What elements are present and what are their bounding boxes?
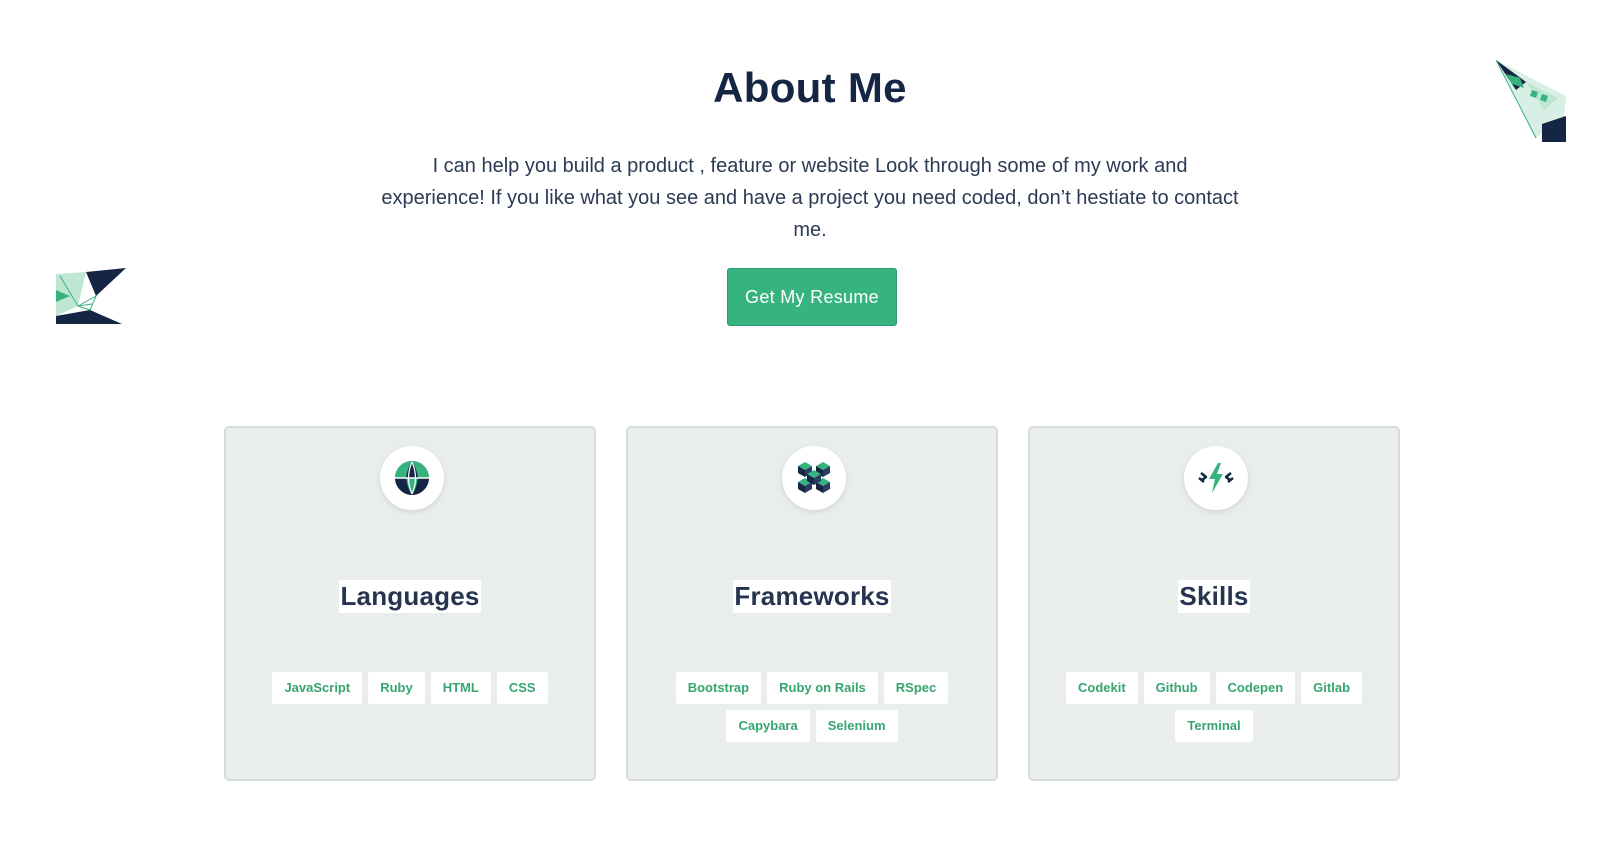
tag-html[interactable]: HTML	[430, 672, 491, 704]
lightning-icon	[1184, 446, 1248, 510]
tag-css[interactable]: CSS	[496, 672, 548, 704]
card-skills: Skills Codekit Github Codepen Gitlab Ter…	[1028, 426, 1400, 781]
origami-bird-decoration	[56, 268, 126, 324]
tag-rspec[interactable]: RSpec	[883, 672, 949, 704]
tag-github[interactable]: Github	[1143, 672, 1210, 704]
tag-codepen[interactable]: Codepen	[1215, 672, 1296, 704]
tag-terminal[interactable]: Terminal	[1175, 710, 1253, 742]
tag-list: Codekit Github Codepen Gitlab Terminal	[1050, 672, 1378, 742]
cubes-icon	[782, 446, 846, 510]
tag-codekit[interactable]: Codekit	[1065, 672, 1138, 704]
card-languages: Languages JavaScript Ruby HTML CSS	[224, 426, 596, 781]
tag-selenium[interactable]: Selenium	[815, 710, 898, 742]
card-frameworks: Frameworks Bootstrap Ruby on Rails RSpec…	[626, 426, 998, 781]
card-title: Skills	[1178, 580, 1250, 613]
origami-plane-decoration	[1496, 60, 1566, 142]
intro-line: experience! If you like what you see and…	[381, 187, 1239, 209]
intro-line: me.	[793, 219, 827, 241]
tag-list: JavaScript Ruby HTML CSS	[246, 672, 574, 704]
tag-capybara[interactable]: Capybara	[726, 710, 810, 742]
tag-ruby-on-rails[interactable]: Ruby on Rails	[767, 672, 878, 704]
card-title: Frameworks	[733, 580, 891, 613]
tag-bootstrap[interactable]: Bootstrap	[675, 672, 762, 704]
tag-list: Bootstrap Ruby on Rails RSpec Capybara S…	[648, 672, 976, 742]
tag-ruby[interactable]: Ruby	[368, 672, 425, 704]
get-resume-button[interactable]: Get My Resume	[727, 268, 897, 326]
globe-icon	[380, 446, 444, 510]
page-title: About Me	[713, 64, 907, 111]
intro-paragraph: I can help you build a product , feature…	[340, 150, 1280, 246]
card-title: Languages	[339, 580, 481, 613]
intro-line: I can help you build a product , feature…	[432, 155, 1188, 177]
tag-javascript[interactable]: JavaScript	[272, 672, 363, 704]
skills-cards: Languages JavaScript Ruby HTML CSS Frame…	[224, 426, 1400, 781]
tag-gitlab[interactable]: Gitlab	[1301, 672, 1363, 704]
